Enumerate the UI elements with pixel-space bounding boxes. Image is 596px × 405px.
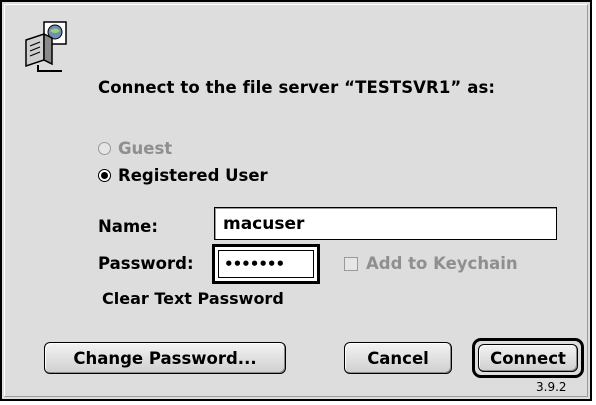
connect-button[interactable]: Connect — [478, 344, 578, 372]
name-value: macuser — [223, 213, 305, 234]
name-label: Name: — [98, 217, 158, 236]
password-field[interactable]: ••••••• — [212, 244, 320, 284]
password-value: ••••••• — [224, 255, 285, 273]
guest-label: Guest — [118, 138, 173, 158]
password-label: Password: — [98, 254, 194, 273]
change-password-label: Change Password... — [73, 348, 257, 368]
registered-user-label[interactable]: Registered User — [118, 166, 268, 185]
version-label: 3.9.2 — [536, 380, 567, 394]
registered-user-option[interactable]: Registered User — [98, 164, 268, 186]
name-field[interactable]: macuser — [214, 207, 557, 240]
add-to-keychain-checkbox — [344, 256, 358, 271]
connect-prompt: Connect to the file server “TESTSVR1” as… — [98, 78, 496, 97]
cancel-button[interactable]: Cancel — [344, 342, 452, 374]
add-to-keychain-label: Add to Keychain — [366, 254, 518, 273]
network-server-icon — [25, 21, 67, 72]
registered-user-radio[interactable] — [98, 168, 111, 182]
guest-radio — [98, 141, 111, 155]
cancel-label: Cancel — [367, 348, 429, 368]
add-to-keychain-option: Add to Keychain — [344, 254, 518, 273]
change-password-button[interactable]: Change Password... — [44, 342, 286, 374]
guest-option: Guest — [98, 137, 172, 159]
auth-method-label: Clear Text Password — [102, 289, 284, 308]
connect-dialog: Connect to the file server “TESTSVR1” as… — [0, 0, 592, 401]
connect-label: Connect — [490, 348, 566, 368]
